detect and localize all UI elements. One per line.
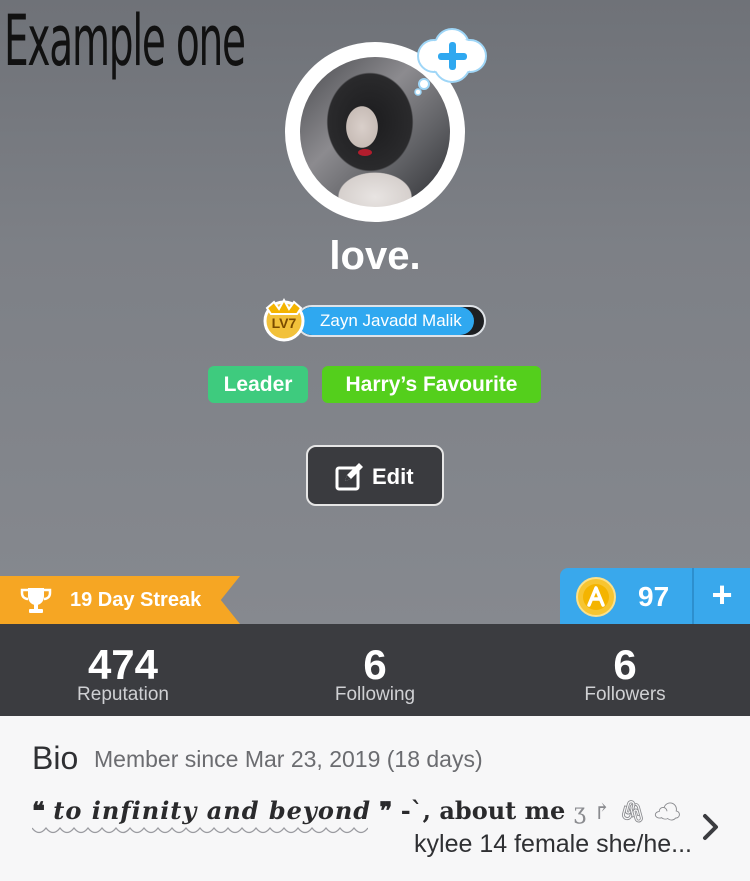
custom-title[interactable]: Zayn Javadd Malik: [296, 305, 486, 337]
edit-profile-button[interactable]: Edit: [306, 445, 444, 506]
bio-quote: ❝ to infinity and beyond ❞ -`, about me …: [32, 796, 692, 825]
streak-label: 19 Day Streak: [70, 589, 202, 611]
member-since: Member since Mar 23, 2019 (18 days): [94, 746, 483, 772]
quote-close-mark: ❞: [379, 796, 393, 825]
stat-followers[interactable]: 6 Followers: [500, 624, 750, 716]
bio-quote-text: to infinity and beyond: [53, 796, 372, 825]
stat-label: Reputation: [77, 684, 169, 705]
bio-quote-tail: -`, about me: [400, 796, 566, 825]
stat-following[interactable]: 6 Following: [250, 624, 500, 716]
streak-banner[interactable]: 19 Day Streak: [0, 576, 240, 624]
username: love.: [329, 234, 421, 278]
overlay-title: Example one: [4, 0, 246, 82]
squiggle-divider: [32, 826, 368, 834]
edit-label: Edit: [372, 464, 414, 489]
plus-cloud-icon[interactable]: [414, 26, 490, 96]
level-badge-icon: LV7: [263, 297, 305, 342]
level-badge-label: LV7: [272, 315, 297, 331]
avatar-detail: [358, 149, 372, 156]
trophy-icon: [20, 588, 52, 613]
coin-balance: 97: [638, 581, 670, 612]
coin-icon: [576, 577, 616, 617]
stats-bar: 474 Reputation 6 Following 6 Followers: [0, 624, 750, 716]
coins-widget[interactable]: 97 +: [560, 568, 750, 624]
chevron-right-icon[interactable]: [700, 812, 722, 842]
edit-pencil-icon: [335, 463, 363, 491]
stat-reputation[interactable]: 474 Reputation: [0, 624, 250, 716]
title-label: Zayn Javadd Malik: [320, 311, 462, 330]
quote-open-mark: ❝: [32, 796, 45, 825]
stat-value: 6: [613, 641, 637, 688]
tag-leader: Leader: [208, 366, 308, 403]
stat-value: 6: [363, 641, 387, 688]
bio-section[interactable]: Bio Member since Mar 23, 2019 (18 days) …: [0, 716, 750, 881]
bio-heading: Bio: [32, 740, 79, 776]
add-coins-button[interactable]: +: [694, 568, 750, 624]
stat-value: 474: [87, 641, 159, 688]
bio-preview: kylee 14 female she/he...: [414, 830, 692, 858]
bio-decor-symbols: ʒ ↱ 🖇 ☁: [573, 800, 682, 825]
stat-label: Followers: [584, 684, 666, 705]
stat-label: Following: [334, 684, 416, 705]
tag-harrys-favourite: Harry’s Favourite: [322, 366, 541, 403]
